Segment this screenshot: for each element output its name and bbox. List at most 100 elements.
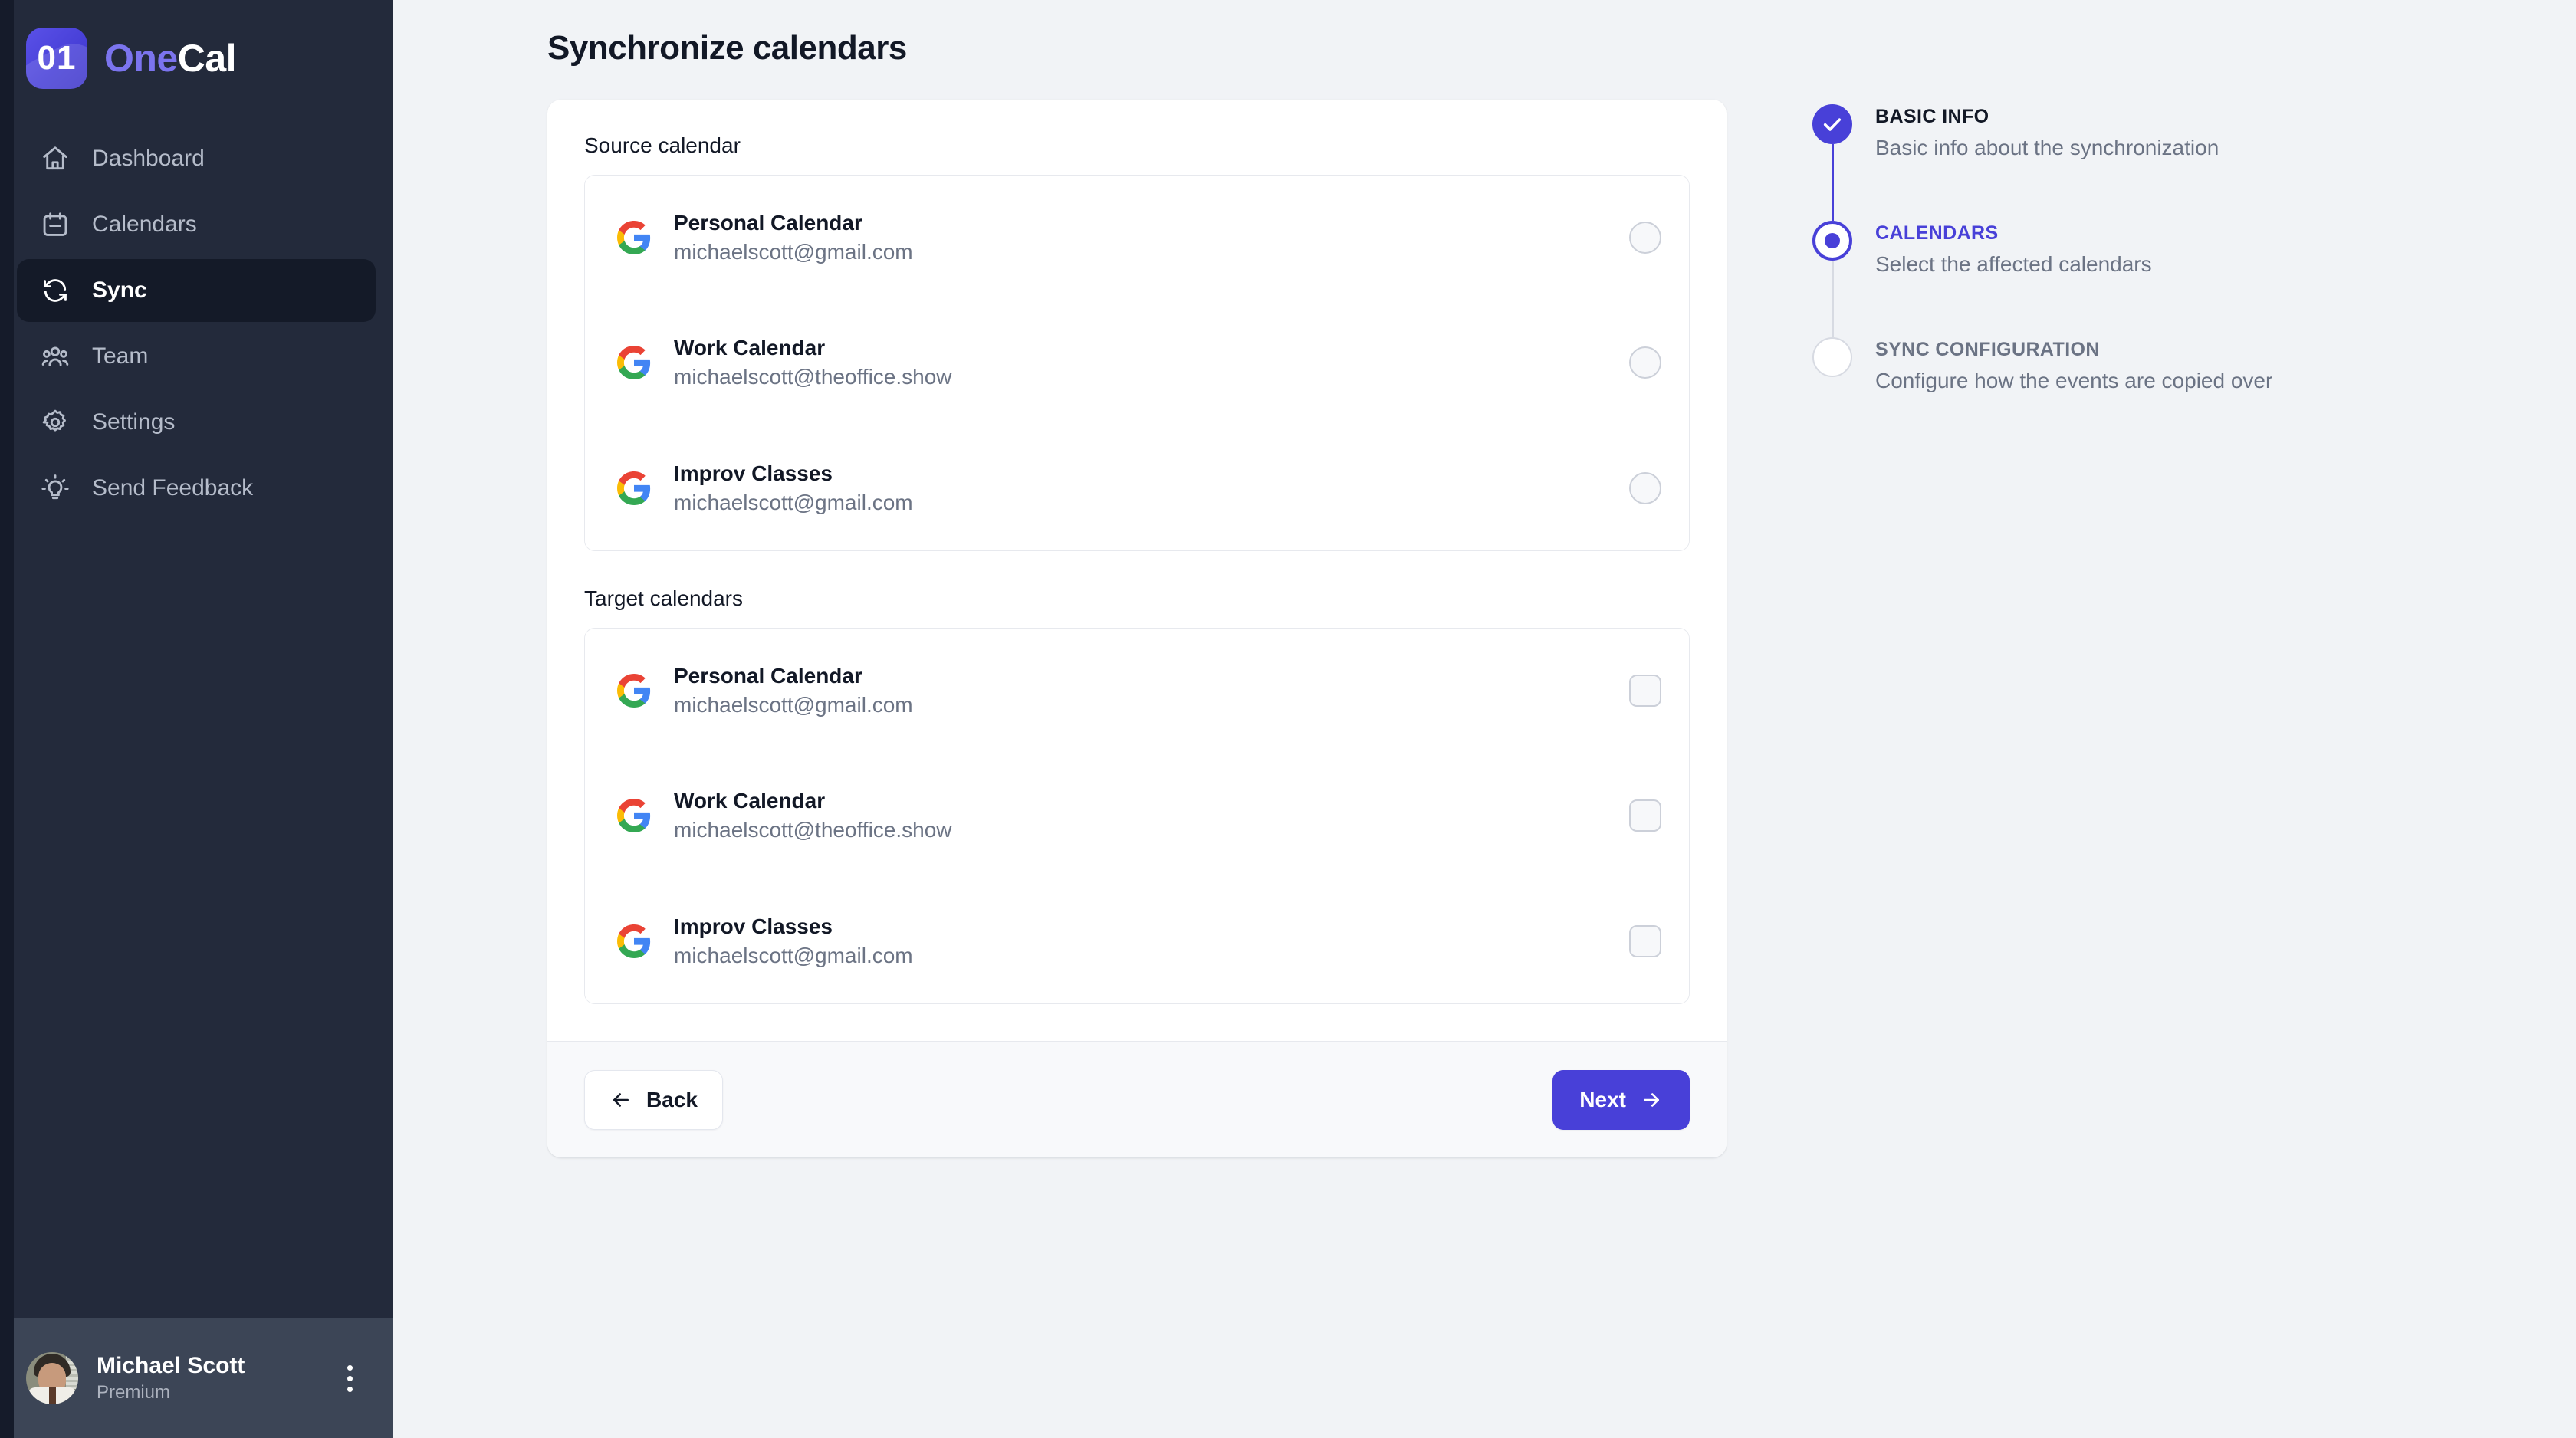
sidebar-item-dashboard[interactable]: Dashboard — [17, 127, 376, 190]
next-button[interactable]: Next — [1552, 1069, 1690, 1130]
profile-menu-icon[interactable] — [333, 1361, 366, 1395]
team-icon — [40, 341, 71, 372]
google-icon — [616, 672, 652, 709]
sidebar-item-team[interactable]: Team — [17, 325, 376, 388]
brand-word-one: One — [104, 37, 178, 80]
source-calendar-radio[interactable] — [1629, 222, 1661, 254]
target-calendar-list: Personal Calendar michaelscott@gmail.com — [584, 628, 1690, 1004]
sidebar-nav: Dashboard Calendars Sync Team Settings S… — [0, 127, 393, 520]
user-profile[interactable]: Michael Scott Premium — [0, 1318, 393, 1438]
content-row: Source calendar Personal Calendar michae… — [393, 100, 2576, 1157]
sidebar-item-label: Send Feedback — [92, 475, 254, 501]
sidebar-item-label: Team — [92, 343, 149, 369]
app-root: 01 OneCal Dashboard Calendars Sync Team … — [0, 0, 2576, 1438]
calendar-icon — [40, 209, 71, 240]
sidebar-item-send-feedback[interactable]: Send Feedback — [17, 457, 376, 520]
sidebar-item-calendars[interactable]: Calendars — [17, 193, 376, 256]
calendar-name: Work Calendar — [674, 789, 826, 813]
calendar-name: Work Calendar — [674, 336, 826, 360]
lightbulb-icon — [40, 473, 71, 504]
calendar-meta: Personal Calendar michaelscott@gmail.com — [674, 664, 1629, 717]
arrow-left-icon — [613, 1092, 629, 1107]
target-calendars-label: Target calendars — [584, 586, 744, 610]
sidebar-item-label: Dashboard — [92, 146, 205, 171]
back-button-label: Back — [646, 1087, 698, 1111]
source-calendar-row[interactable]: Improv Classes michaelscott@gmail.com — [585, 425, 1689, 550]
sidebar-item-label: Calendars — [92, 212, 197, 237]
step-description: Configure how the events are copied over — [1875, 369, 2273, 392]
step-rail — [1811, 221, 1854, 337]
calendar-name: Personal Calendar — [674, 211, 863, 235]
step-title: CALENDARS — [1875, 222, 1999, 244]
step-rail — [1811, 104, 1854, 221]
target-calendar-checkbox[interactable] — [1629, 675, 1661, 707]
calendar-email: michaelscott@gmail.com — [674, 240, 913, 264]
google-icon — [616, 219, 652, 256]
logo-mark-text: 01 — [37, 39, 77, 77]
stepper-step-sync-configuration[interactable]: SYNC CONFIGURATION Configure how the eve… — [1811, 337, 2272, 435]
step-bullet-current[interactable] — [1812, 221, 1852, 261]
google-icon — [616, 470, 652, 507]
wizard-stepper: BASIC INFO Basic info about the synchron… — [1811, 100, 2272, 435]
onecal-logo-mark: 01 — [26, 28, 87, 89]
step-title: SYNC CONFIGURATION — [1875, 339, 2100, 360]
calendar-meta: Work Calendar michaelscott@theoffice.sho… — [674, 789, 1629, 842]
step-description: Select the affected calendars — [1875, 252, 2152, 276]
source-calendar-radio[interactable] — [1629, 346, 1661, 379]
step-text: BASIC INFO Basic info about the synchron… — [1875, 104, 2219, 221]
gear-icon — [40, 407, 71, 438]
step-bullet-completed[interactable] — [1812, 104, 1852, 144]
next-button-label: Next — [1579, 1087, 1626, 1111]
check-icon — [1823, 118, 1842, 131]
calendar-meta: Improv Classes michaelscott@gmail.com — [674, 461, 1629, 515]
calendar-name: Improv Classes — [674, 914, 833, 938]
sidebar-item-sync[interactable]: Sync — [17, 259, 376, 322]
calendar-name: Improv Classes — [674, 461, 833, 485]
sidebar-item-settings[interactable]: Settings — [17, 391, 376, 454]
calendar-meta: Personal Calendar michaelscott@gmail.com — [674, 211, 1629, 264]
back-button[interactable]: Back — [584, 1069, 723, 1130]
calendar-email: michaelscott@theoffice.show — [674, 365, 952, 389]
main-content: Synchronize calendars Source calendar Pe… — [393, 0, 2576, 1438]
calendar-name: Personal Calendar — [674, 664, 863, 688]
step-connector — [1831, 261, 1834, 337]
sidebar: 01 OneCal Dashboard Calendars Sync Team … — [0, 0, 393, 1438]
home-icon — [40, 143, 71, 174]
profile-meta: Michael Scott Premium — [97, 1353, 314, 1404]
target-calendar-checkbox[interactable] — [1629, 799, 1661, 832]
step-title: BASIC INFO — [1875, 106, 1990, 127]
step-text: CALENDARS Select the affected calendars — [1875, 221, 2152, 337]
card-footer: Back Next — [547, 1041, 1727, 1157]
step-text: SYNC CONFIGURATION Configure how the eve… — [1875, 337, 2272, 435]
avatar — [26, 1352, 78, 1404]
step-bullet-pending[interactable] — [1812, 337, 1852, 377]
target-calendar-row[interactable]: Work Calendar michaelscott@theoffice.sho… — [585, 753, 1689, 878]
step-connector — [1831, 144, 1834, 221]
source-calendar-row[interactable]: Personal Calendar michaelscott@gmail.com — [585, 176, 1689, 300]
target-calendar-checkbox[interactable] — [1629, 924, 1661, 957]
calendar-meta: Improv Classes michaelscott@gmail.com — [674, 914, 1629, 968]
calendar-email: michaelscott@theoffice.show — [674, 818, 952, 842]
brand-logo[interactable]: 01 OneCal — [0, 0, 393, 90]
profile-name: Michael Scott — [97, 1353, 245, 1378]
source-calendar-row[interactable]: Work Calendar michaelscott@theoffice.sho… — [585, 300, 1689, 425]
google-icon — [616, 344, 652, 381]
source-calendar-list: Personal Calendar michaelscott@gmail.com — [584, 175, 1690, 551]
sidebar-item-label: Settings — [92, 409, 176, 435]
target-calendar-row[interactable]: Improv Classes michaelscott@gmail.com — [585, 878, 1689, 1003]
stepper-step-basic-info[interactable]: BASIC INFO Basic info about the synchron… — [1811, 104, 2272, 221]
brand-wordmark: OneCal — [104, 36, 237, 80]
source-calendar-radio[interactable] — [1629, 471, 1661, 504]
target-calendar-row[interactable]: Personal Calendar michaelscott@gmail.com — [585, 629, 1689, 753]
profile-plan-badge: Premium — [97, 1382, 171, 1403]
arrow-right-icon — [1644, 1092, 1659, 1107]
calendar-meta: Work Calendar michaelscott@theoffice.sho… — [674, 336, 1629, 389]
sidebar-item-label: Sync — [92, 277, 147, 303]
stepper-step-calendars[interactable]: CALENDARS Select the affected calendars — [1811, 221, 2272, 337]
sync-icon — [40, 275, 71, 306]
calendar-email: michaelscott@gmail.com — [674, 490, 913, 514]
calendar-email: michaelscott@gmail.com — [674, 693, 913, 717]
calendar-email: michaelscott@gmail.com — [674, 943, 913, 967]
google-icon — [616, 797, 652, 834]
